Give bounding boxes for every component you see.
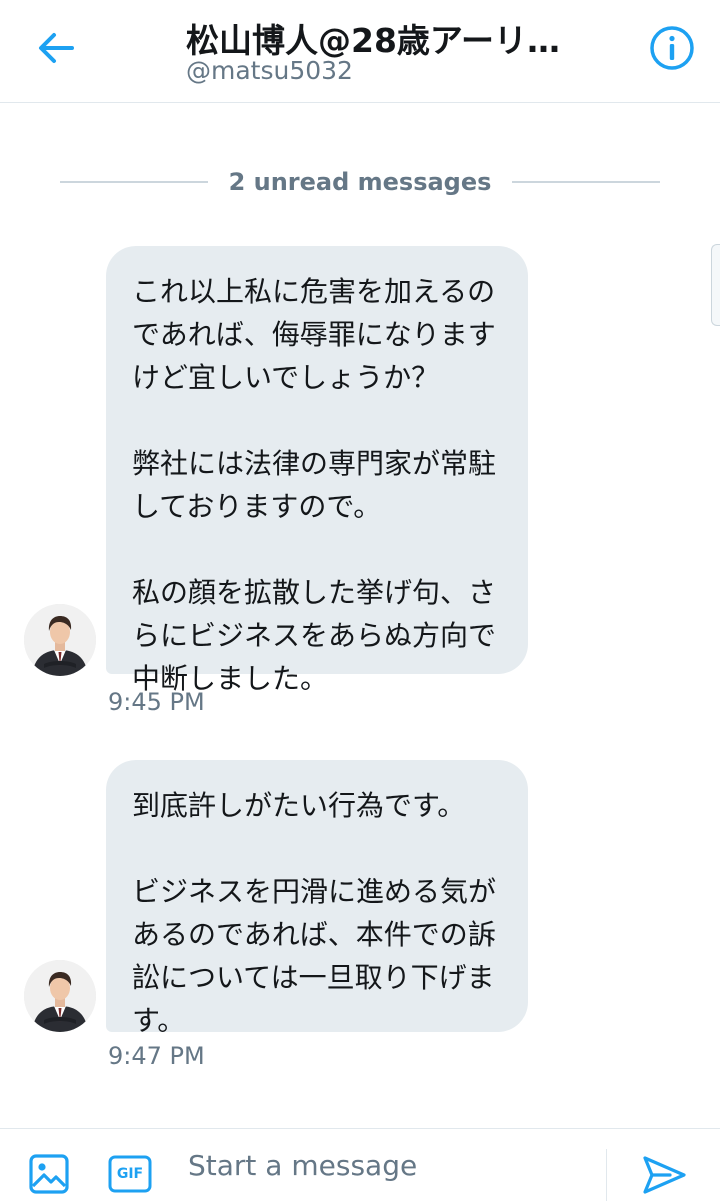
message-paragraph: これ以上私に危害を加えるの であれば、侮辱罪になります けど宜しいでしょうか？ xyxy=(132,275,496,394)
message-bubble[interactable]: これ以上私に危害を加えるの であれば、侮辱罪になります けど宜しいでしょうか？ … xyxy=(106,246,528,695)
message-input[interactable] xyxy=(188,1145,588,1185)
send-button[interactable] xyxy=(640,1153,688,1197)
info-icon xyxy=(650,26,694,70)
composer-divider xyxy=(606,1149,607,1201)
avatar[interactable] xyxy=(24,960,96,1032)
message-timestamp: 9:47 PM xyxy=(108,1042,205,1070)
message-bubble[interactable]: 到底許しがたい行為です。 ビジネスを円滑に進める気が あるのであれば、本件での訴… xyxy=(106,760,528,1037)
add-photo-button[interactable] xyxy=(28,1153,70,1195)
gif-label: GIF xyxy=(116,1166,144,1182)
info-button[interactable] xyxy=(648,24,696,72)
avatar-photo xyxy=(24,604,96,676)
unread-divider: 2 unread messages xyxy=(60,162,660,202)
conversation-title[interactable]: 松山博人@28歳アーリ… xyxy=(186,14,586,62)
image-icon xyxy=(29,1154,69,1194)
message-paragraph: 私の顔を拡散した挙げ句、さ らにビジネスをあらぬ方向で 中断しました。 xyxy=(132,576,497,695)
avatar[interactable] xyxy=(24,604,96,676)
back-button[interactable] xyxy=(34,26,78,70)
avatar-photo xyxy=(24,960,96,1032)
unread-divider-label: 2 unread messages xyxy=(214,168,506,196)
scroll-handle[interactable] xyxy=(711,244,720,326)
conversation-header: 松山博人@28歳アーリ… @matsu5032 xyxy=(0,0,720,103)
send-icon xyxy=(643,1156,686,1194)
message-paragraph: 弊社には法律の専門家が常駐 しておりますので。 xyxy=(132,447,497,523)
message-timestamp: 9:45 PM xyxy=(108,688,205,716)
message-paragraph: 到底許しがたい行為です。 xyxy=(132,789,466,822)
arrow-left-icon xyxy=(39,33,74,63)
conversation-handle: @matsu5032 xyxy=(186,56,353,85)
message-paragraph: ビジネスを円滑に進める気が あるのであれば、本件での訴 訟については一旦取り下げ… xyxy=(132,875,497,1037)
message-composer: GIF xyxy=(0,1128,720,1201)
gif-button[interactable]: GIF xyxy=(108,1155,152,1193)
